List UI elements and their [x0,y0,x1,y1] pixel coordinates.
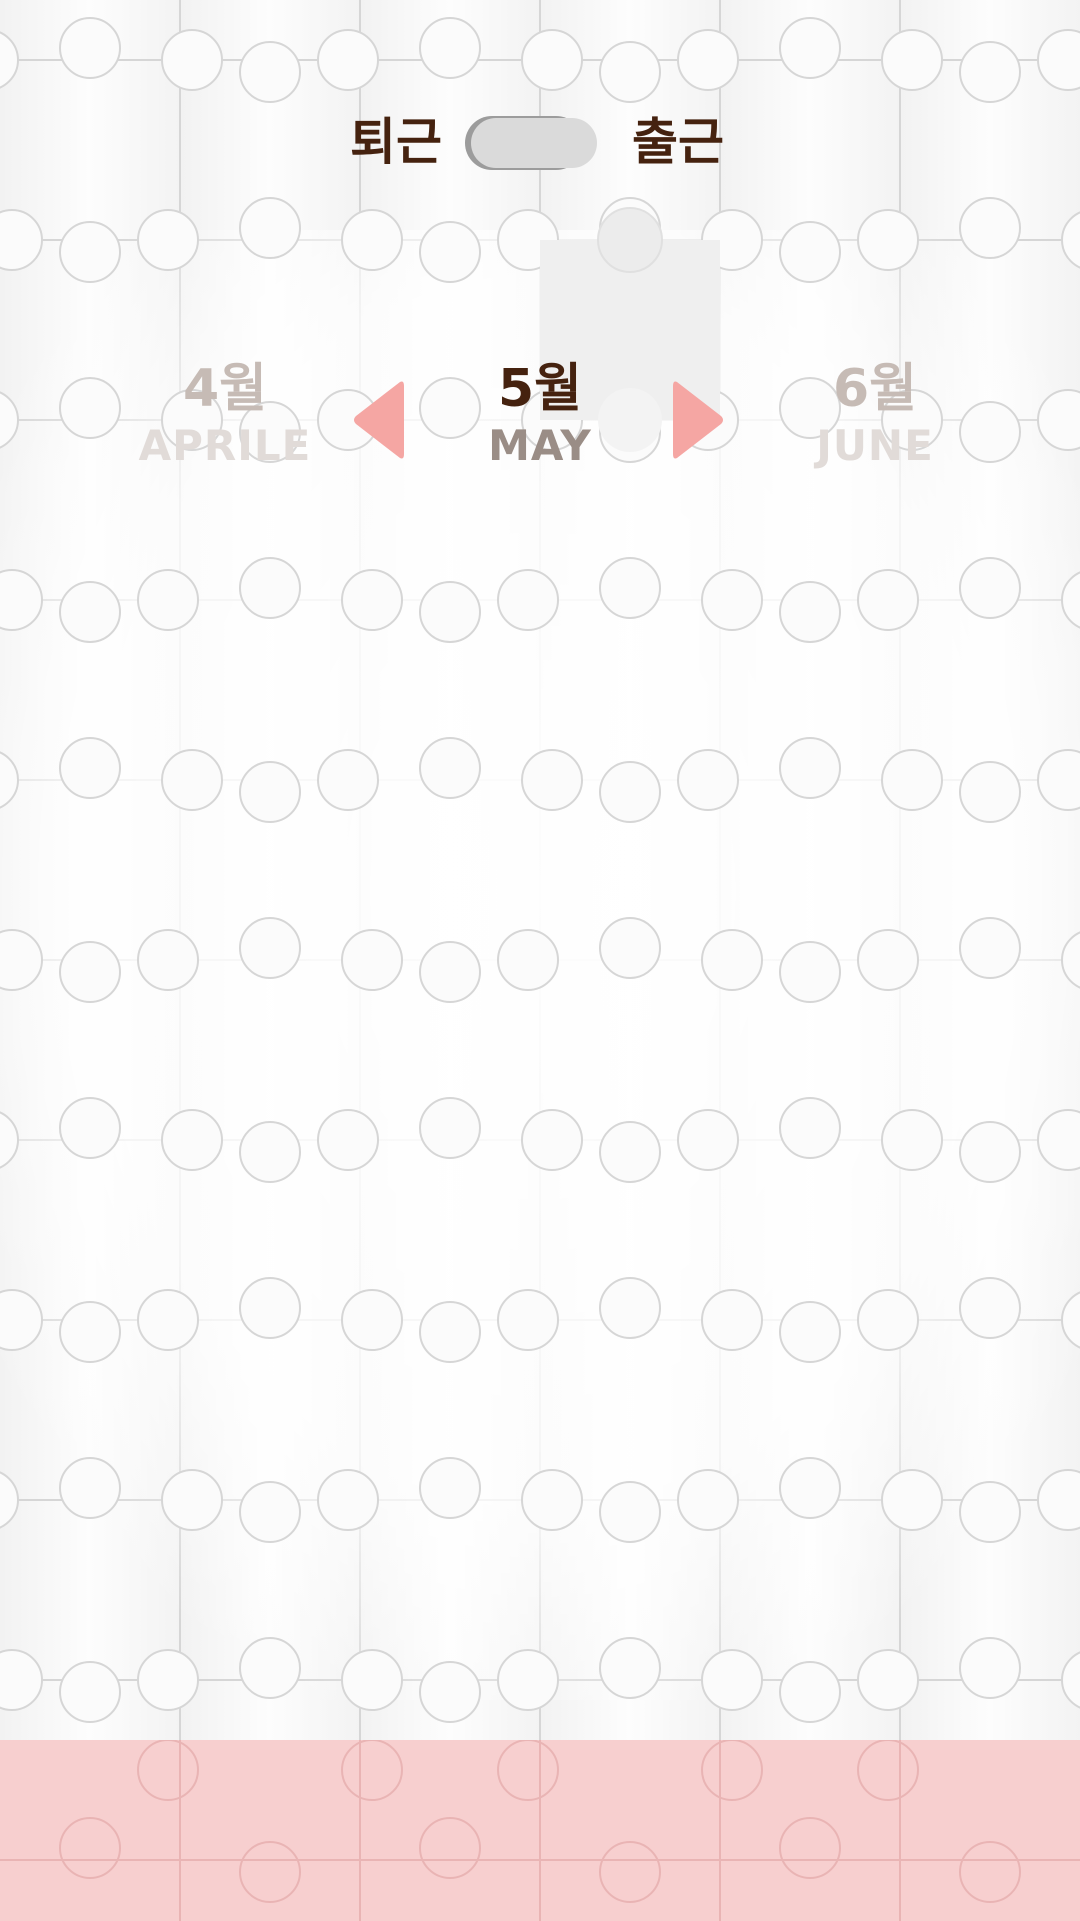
next-month-button[interactable] [673,378,725,462]
toggle-off-label: 퇴근 [350,113,442,171]
month-prev-korean: 4월 [182,359,268,419]
toggle-on-label: 출근 [632,113,724,171]
month-current: 5월 MAY [420,358,660,472]
switch-track [471,118,597,168]
app-screen: 퇴근 출근 4월 APRILE 5월 MAY 6월 JUNE [0,0,1080,1921]
puzzle-background [0,0,1080,1921]
work-status-switch[interactable] [465,116,597,170]
work-status-toggle-row: 퇴근 출근 [0,100,1080,190]
triangle-left-icon [354,381,404,459]
month-current-korean: 5월 [497,359,583,419]
month-next[interactable]: 6월 JUNE [755,358,995,472]
month-prev-english: APRILE [138,421,312,470]
month-prev[interactable]: 4월 APRILE [105,358,345,472]
prev-month-button[interactable] [352,378,404,462]
month-next-korean: 6월 [832,359,918,419]
month-next-english: JUNE [816,421,934,470]
month-current-english: MAY [488,421,592,470]
triangle-right-icon [673,381,723,459]
bottom-bar-puzzle-pattern [0,1740,1080,1921]
